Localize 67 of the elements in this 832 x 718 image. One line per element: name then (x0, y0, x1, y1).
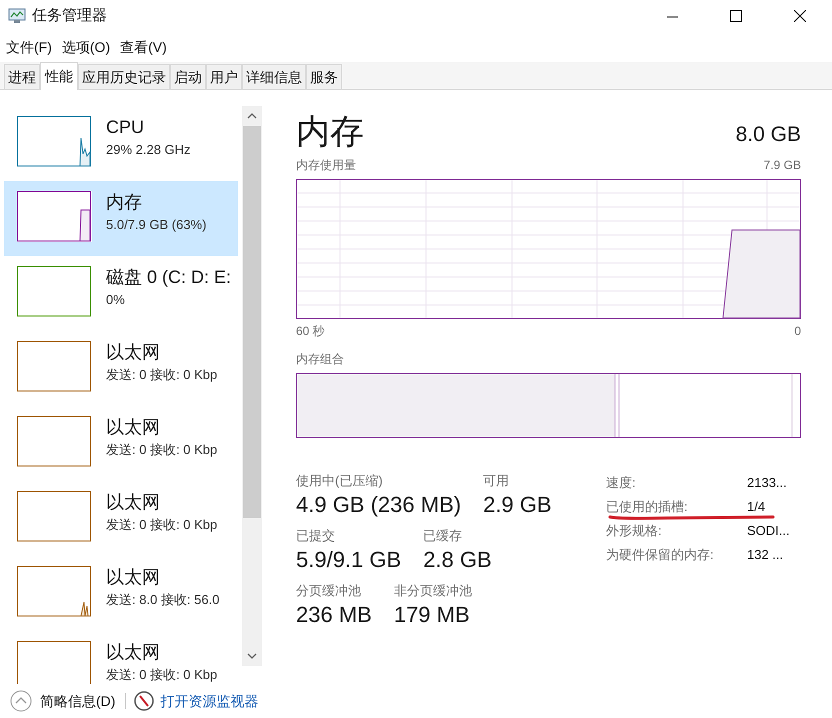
item-detail: 0% (106, 291, 126, 309)
maximize-icon (730, 10, 742, 22)
stat-label: 可用 (483, 472, 510, 490)
item-name: CPU (106, 116, 146, 138)
total-memory: 8.0 GB (736, 122, 801, 148)
stat-label: 分页缓冲池 (296, 582, 362, 600)
stat-label: 已提交 (296, 527, 336, 545)
tab[interactable]: 应用历史记录 (78, 64, 170, 89)
close-icon (794, 10, 806, 22)
chart-label: 内存使用量 (296, 157, 356, 174)
window-title: 任务管理器 (32, 6, 107, 26)
item-name: 以太网 (106, 416, 161, 438)
tab[interactable]: 启动 (170, 64, 206, 89)
axis-label: 0 (794, 323, 801, 340)
menu-item[interactable]: 选项(O) (62, 36, 110, 58)
spec-value: 132 ... (747, 546, 784, 564)
panel-title: 内存 (296, 112, 364, 152)
spec-label: 速度: (606, 474, 637, 492)
stat-label: 使用中(已压缩) (296, 472, 384, 490)
spec-value: SODI... (747, 522, 790, 540)
chart-max: 7.9 GB (764, 157, 801, 174)
network-sparkline (80, 602, 89, 616)
stat-label: 已缓存 (423, 527, 464, 545)
resource-monitor-link[interactable]: 打开资源监视器 (160, 690, 258, 712)
stat-label: 非分页缓冲池 (394, 582, 472, 600)
scrollbar[interactable] (242, 106, 262, 666)
stat-value: 4.9 GB (236 MB) (296, 491, 462, 519)
item-name: 以太网 (106, 341, 161, 363)
item-name: 磁盘 0 (C: D: E: (106, 266, 232, 288)
stat-value: 2.8 GB (423, 546, 492, 574)
scrollbar-thumb[interactable] (243, 126, 261, 518)
item-name: 以太网 (106, 566, 161, 588)
axis-label: 60 秒 (296, 323, 325, 340)
gauge-icon (134, 691, 154, 711)
spec-label: 外形规格: (606, 522, 663, 540)
tab[interactable]: 性能 (40, 62, 78, 90)
item-name: 以太网 (106, 491, 161, 513)
spec-value: 2133... (747, 474, 787, 492)
spec-label: 已使用的插槽: (606, 498, 689, 516)
item-detail: 发送: 0 接收: 0 Kbp (106, 441, 218, 459)
stat-value: 5.9/9.1 GB (296, 546, 402, 574)
item-name: 以太网 (106, 641, 161, 663)
item-detail: 发送: 8.0 接收: 56.0 (106, 591, 220, 609)
memory-sparkline (79, 210, 90, 242)
menu-item[interactable]: 查看(V) (120, 36, 167, 58)
sidebar-item[interactable]: 内存 5.0/7.9 GB (63%) (4, 181, 238, 256)
item-detail: 发送: 0 接收: 0 Kbp (106, 366, 218, 384)
item-name: 内存 (106, 191, 143, 213)
item-detail: 5.0/7.9 GB (63%) (106, 216, 206, 234)
stat-value: 236 MB (296, 601, 372, 629)
monitor-icon (8, 8, 26, 24)
item-detail: 29% 2.28 GHz (106, 141, 191, 159)
composition-label: 内存组合 (296, 351, 345, 368)
collapse-icon[interactable] (10, 690, 32, 712)
tab[interactable]: 用户 (206, 64, 242, 89)
summary-button[interactable]: 简略信息(D) (40, 690, 116, 712)
tab[interactable]: 详细信息 (242, 64, 306, 89)
stat-value: 179 MB (394, 601, 471, 629)
spec-label: 为硬件保留的内存: (606, 546, 715, 564)
item-detail: 发送: 0 接收: 0 Kbp (106, 666, 218, 684)
cpu-sparkline (79, 138, 90, 166)
spec-value: 1/4 (747, 498, 766, 516)
tab[interactable]: 服务 (306, 64, 342, 89)
item-detail: 发送: 0 接收: 0 Kbp (106, 516, 218, 534)
tab[interactable]: 进程 (4, 64, 40, 89)
stat-value: 2.9 GB (483, 491, 552, 519)
menu-item[interactable]: 文件(F) (6, 36, 52, 58)
